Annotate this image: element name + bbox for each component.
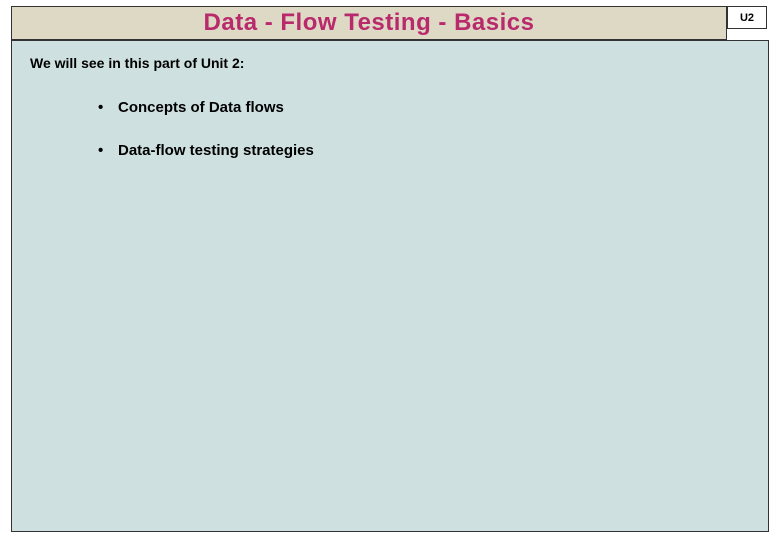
title-bar: Data - Flow Testing - Basics — [11, 6, 727, 40]
unit-badge: U2 — [727, 6, 767, 29]
bullet-item: Concepts of Data flows — [118, 99, 750, 116]
intro-text: We will see in this part of Unit 2: — [30, 55, 750, 71]
unit-badge-text: U2 — [740, 12, 754, 24]
slide-container: Data - Flow Testing - Basics U2 We will … — [0, 0, 780, 540]
bullet-list: Concepts of Data flows Data-flow testing… — [30, 99, 750, 159]
slide-title: Data - Flow Testing - Basics — [204, 9, 535, 37]
bullet-item: Data-flow testing strategies — [118, 142, 750, 159]
content-area: We will see in this part of Unit 2: Conc… — [11, 40, 769, 532]
